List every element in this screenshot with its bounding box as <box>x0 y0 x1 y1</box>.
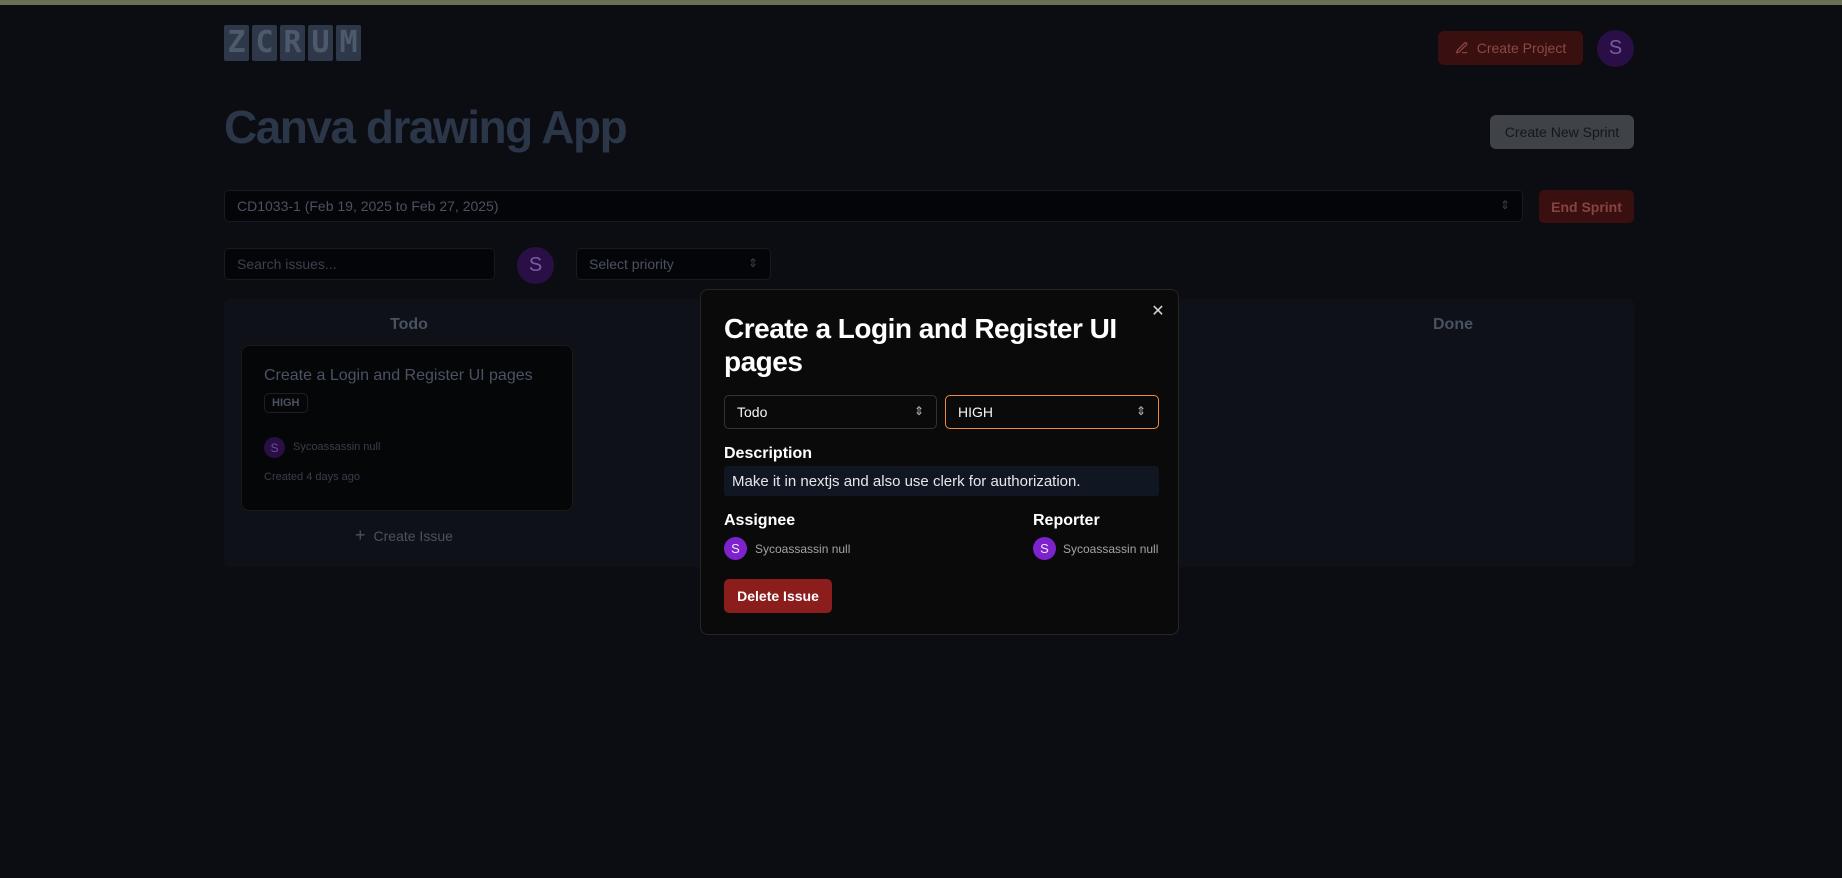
priority-badge: HIGH <box>264 393 308 413</box>
issue-card-assignee: Sycoassassin null <box>293 441 381 453</box>
reporter-name: Sycoassassin null <box>1063 542 1159 556</box>
priority-filter-placeholder: Select priority <box>589 256 674 272</box>
zcrum-logo[interactable]: Z C R U M <box>224 25 361 65</box>
assignee-filter-avatar[interactable]: S <box>517 247 554 284</box>
create-project-button[interactable]: Create Project <box>1438 31 1583 65</box>
assignee-name: Sycoassassin null <box>755 542 851 556</box>
search-input[interactable]: Search issues... <box>224 248 495 280</box>
priority-select[interactable]: HIGH ⇕ <box>945 395 1159 429</box>
sprint-select[interactable]: CD1033-1 (Feb 19, 2025 to Feb 27, 2025) … <box>224 190 1523 222</box>
assignee-label: Assignee <box>724 512 796 529</box>
delete-issue-button[interactable]: Delete Issue <box>724 579 832 613</box>
logo-letter: U <box>308 25 333 61</box>
column-header-todo: Todo <box>390 316 428 333</box>
project-title: Canva drawing App <box>224 101 628 153</box>
chevron-up-down-icon: ⇕ <box>1499 198 1510 212</box>
sprint-select-value: CD1033-1 (Feb 19, 2025 to Feb 27, 2025) <box>237 198 499 214</box>
assignee-avatar: S <box>724 537 747 560</box>
status-select[interactable]: Todo ⇕ <box>724 395 937 429</box>
description-editor[interactable]: Make it in nextjs and also use clerk for… <box>724 466 1159 496</box>
create-project-label: Create Project <box>1476 40 1567 56</box>
chevron-up-down-icon: ⇕ <box>1135 404 1146 418</box>
issue-card[interactable]: Create a Login and Register UI pages HIG… <box>241 345 573 511</box>
end-sprint-button[interactable]: End Sprint <box>1539 190 1634 223</box>
description-label: Description <box>724 445 813 462</box>
close-icon[interactable]: ✕ <box>1150 304 1166 320</box>
chevron-up-down-icon: ⇕ <box>913 404 924 418</box>
chevron-up-down-icon: ⇕ <box>747 256 758 270</box>
user-avatar[interactable]: S <box>1597 30 1634 67</box>
column-header-done: Done <box>1433 316 1473 333</box>
logo-letter: Z <box>224 25 249 61</box>
create-issue-label: Create Issue <box>373 527 453 544</box>
priority-select-value: HIGH <box>958 404 993 420</box>
reporter-label: Reporter <box>1033 512 1100 529</box>
reporter-avatar: S <box>1033 537 1056 560</box>
logo-letter: R <box>280 25 305 61</box>
status-select-value: Todo <box>737 404 768 420</box>
issue-detail-dialog: ✕ Create a Login and Register UI pages T… <box>700 289 1179 635</box>
edit-icon <box>1455 42 1468 54</box>
create-issue-button[interactable]: + Create Issue <box>355 525 453 546</box>
logo-letter: C <box>252 25 277 61</box>
avatar: S <box>264 437 285 458</box>
issue-card-title: Create a Login and Register UI pages <box>264 367 533 384</box>
issue-card-created: Created 4 days ago <box>264 471 361 483</box>
logo-letter: M <box>336 25 361 61</box>
plus-icon: + <box>355 525 366 545</box>
priority-filter-select[interactable]: Select priority ⇕ <box>576 248 771 280</box>
create-new-sprint-button[interactable]: Create New Sprint <box>1490 115 1634 149</box>
dialog-title: Create a Login and Register UI pages <box>724 313 1117 377</box>
